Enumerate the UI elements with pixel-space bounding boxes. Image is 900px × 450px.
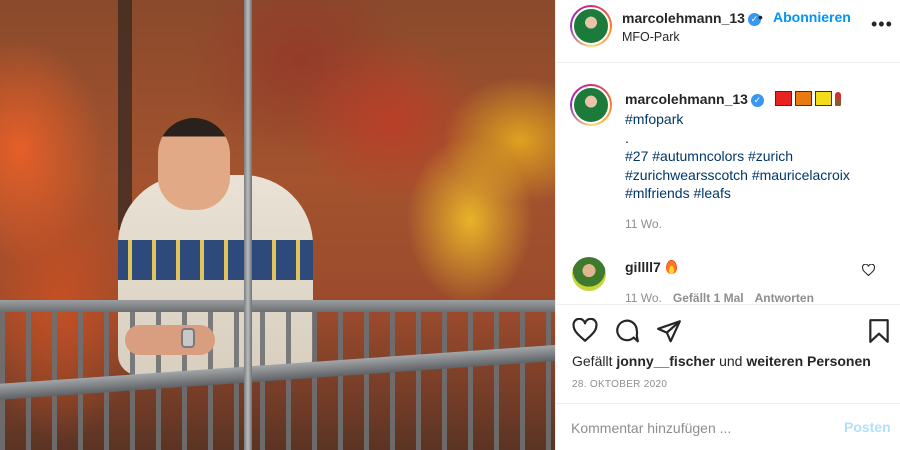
post-actions: Gefällt jonny__fischer und weiteren Pers… (556, 304, 900, 402)
person-arm (125, 325, 215, 355)
caption-username-row: marcolehmann_13 ✓ (625, 91, 842, 109)
verified-icon: ✓ (750, 94, 764, 107)
likes-connector: und (719, 353, 743, 369)
post-comment-button[interactable]: Posten (844, 419, 891, 435)
caption-avatar[interactable] (570, 84, 612, 126)
reply-button[interactable]: Antworten (755, 291, 814, 304)
comment-row: gillll7 (625, 259, 677, 275)
hashtag-line[interactable]: #mfopark (625, 110, 885, 129)
fire-icon (665, 260, 677, 274)
add-comment-bar: Posten (556, 403, 900, 450)
post-date[interactable]: 28. Oktober 2020 (572, 379, 667, 390)
share-icon[interactable] (656, 318, 682, 344)
caption-username[interactable]: marcolehmann_13 (625, 91, 748, 107)
comment-like-heart-icon[interactable] (862, 264, 875, 276)
yellow-square-icon (815, 91, 833, 106)
caption-text: #mfopark . #27 #autumncolors #zurich #zu… (625, 110, 885, 203)
red-square-icon (775, 91, 793, 106)
author-username-row: marcolehmann_13 ✓ (622, 10, 761, 28)
more-options-icon[interactable]: ••• (871, 14, 893, 35)
comment-timestamp[interactable]: 11 Wo. (625, 291, 662, 304)
comments-area[interactable]: marcolehmann_13 ✓ #mfopark . #27 #autumnc… (556, 64, 900, 304)
tree-trunk (118, 0, 132, 230)
author-avatar[interactable] (570, 5, 612, 47)
hashtag-line[interactable]: #zurichwearsscotch #mauricelacroix (625, 166, 885, 185)
caption-timestamp[interactable]: 11 Wo. (625, 217, 662, 231)
wristwatch (181, 328, 195, 348)
hashtag-line[interactable]: #mlfriends #leafs (625, 184, 885, 203)
comment-input[interactable] (571, 418, 831, 438)
heart-icon[interactable] (572, 318, 598, 344)
flag-emojis (775, 91, 833, 106)
follow-button[interactable]: Abonnieren (773, 9, 851, 25)
commenter-username[interactable]: gillll7 (625, 259, 661, 275)
comment-icon[interactable] (614, 318, 640, 344)
hashtag-line[interactable]: #27 #autumncolors #zurich (625, 147, 885, 166)
commenter-avatar[interactable] (572, 257, 606, 291)
post-side-panel: marcolehmann_13 ✓ • Abonnieren MFO-Park •… (555, 0, 900, 450)
person-head (158, 118, 230, 210)
author-username[interactable]: marcolehmann_13 (622, 10, 745, 26)
lamp-pole (244, 0, 252, 450)
pin-icon (835, 92, 842, 106)
liked-by-others[interactable]: weiteren Personen (746, 353, 871, 369)
comment-meta: 11 Wo. Gefällt 1 Mal Antworten (625, 291, 825, 304)
liked-by-user[interactable]: jonny__fischer (616, 353, 715, 369)
comment-like-count[interactable]: Gefällt 1 Mal (673, 291, 744, 304)
post-location[interactable]: MFO-Park (622, 30, 680, 44)
follow-separator: • (758, 9, 763, 25)
bookmark-icon[interactable] (866, 318, 892, 344)
post-photo[interactable] (0, 0, 555, 450)
railing-top (0, 300, 555, 312)
likes-prefix: Gefällt (572, 353, 613, 369)
likes-summary: Gefällt jonny__fischer und weiteren Pers… (572, 353, 871, 369)
orange-square-icon (795, 91, 813, 106)
caption-dot: . (625, 129, 629, 146)
post-header: marcolehmann_13 ✓ • Abonnieren MFO-Park •… (556, 0, 900, 63)
